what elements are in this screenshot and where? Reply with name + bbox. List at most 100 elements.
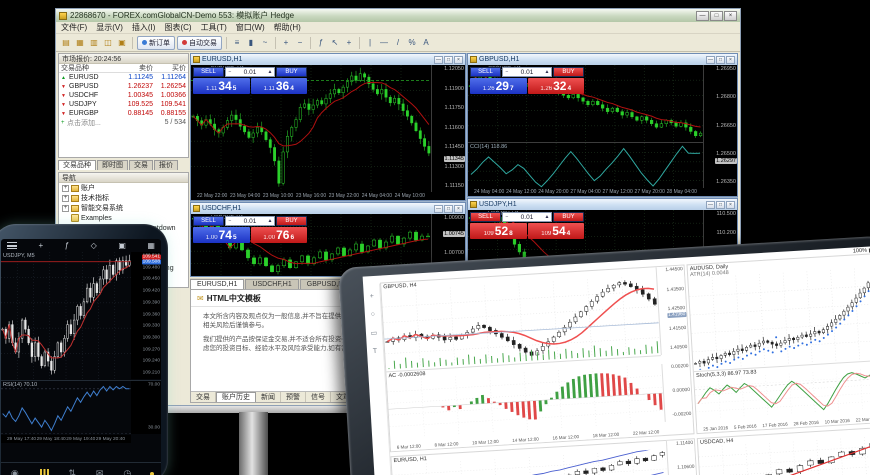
tree-item-indicators[interactable]: +技术指标 [59,193,188,203]
tab-news[interactable]: 新闻 [256,392,281,402]
lot-increase-icon[interactable]: ▲ [543,214,551,220]
profiles-icon[interactable]: ▦ [73,36,87,50]
fibonacci-icon[interactable]: % [405,36,419,50]
objects-icon[interactable]: ◇ [91,241,97,250]
close-icon[interactable]: × [724,11,737,21]
close-icon[interactable]: × [454,56,463,64]
chart-titlebar[interactable]: GBPUSD,H1 —□× [468,54,737,65]
lot-decrease-icon[interactable]: − [226,218,234,224]
buy-button[interactable]: BUY [276,216,307,226]
col-ask[interactable]: 买价 [153,63,186,73]
text-label-icon[interactable]: A [419,36,433,50]
symbol-row-eurusd[interactable]: ▲EURUSD1.112451.11264 [59,73,188,82]
symbol-row-usdchf[interactable]: ▼USDCHF1.003451.00366 [59,91,188,100]
tab-tick-chart[interactable]: 即时图 [97,160,128,170]
chart-titlebar[interactable]: EURUSD,H1 —□× [191,54,465,65]
menu-file[interactable]: 文件(F) [61,22,87,33]
sell-button[interactable]: SELL [193,67,224,77]
lot-size[interactable]: 0.01 [511,69,543,76]
menu-insert[interactable]: 插入(I) [132,22,156,33]
new-chart-icon[interactable]: ▤ [59,36,73,50]
lot-stepper[interactable]: −0.01▲ [225,67,275,77]
autotrading-button[interactable]: 自动交易 [177,36,222,50]
ask-price[interactable]: 1.00766 [251,227,308,243]
menu-charts[interactable]: 图表(C) [164,22,191,33]
close-icon[interactable]: × [726,56,735,64]
eurusd-h1-canvas[interactable] [392,449,669,475]
symbol-row-gbpusd[interactable]: ▼GBPUSD1.262371.26254 [59,82,188,91]
ask-price[interactable]: 1.26324 [528,78,585,94]
lot-stepper[interactable]: −0.01▲ [502,212,552,222]
usdjpy-m5-chart-canvas[interactable] [1,252,131,379]
chart-tab-usdchf[interactable]: USDCHF,H1 [245,279,298,289]
lot-size[interactable]: 0.01 [234,69,266,76]
indicators-icon[interactable]: ƒ [314,36,328,50]
maximize-icon[interactable]: □ [444,56,453,64]
buy-button[interactable]: BUY [553,212,584,222]
lot-decrease-icon[interactable]: − [226,69,234,75]
navigator-icon[interactable]: ◫ [101,36,115,50]
minimize-icon[interactable]: — [696,11,709,21]
tab-account-history[interactable]: 账户历史 [216,392,256,402]
expand-icon[interactable]: + [62,195,69,202]
sell-button[interactable]: SELL [470,67,501,77]
sell-button[interactable]: SELL [470,212,501,222]
expand-icon[interactable]: + [62,185,69,192]
lot-stepper[interactable]: −0.01▲ [502,67,552,77]
terminal-icon[interactable]: ▣ [115,36,129,50]
tree-item-examples[interactable]: Examples [59,213,188,223]
title-bar[interactable]: 22868670 - FOREX.comGlobalCN-Demo 553: 模… [56,9,740,22]
trendline-icon[interactable]: / [391,36,405,50]
tab-signals[interactable]: 信号 [306,392,331,402]
lot-increase-icon[interactable]: ▲ [266,69,274,75]
mail-icon[interactable]: ✉ [96,468,104,475]
maximize-icon[interactable]: □ [710,11,723,21]
candlestick-icon[interactable]: ▮ [244,36,258,50]
maximize-icon[interactable]: □ [716,56,725,64]
quotes-icon[interactable]: ◉ [11,468,19,475]
cci-indicator-canvas[interactable] [468,143,703,190]
horizontal-line-icon[interactable]: — [377,36,391,50]
new-order-button[interactable]: 新订单 [137,36,175,50]
lot-decrease-icon[interactable]: − [503,69,511,75]
menu-help[interactable]: 帮助(H) [274,22,301,33]
bid-price[interactable]: 1.26297 [470,78,527,94]
tab-symbols[interactable]: 交易品种 [58,160,96,170]
chart-tab-eurusd[interactable]: EURUSD,H1 [190,279,244,289]
trade-icon[interactable]: ⇅ [69,468,77,475]
ask-price[interactable]: 1.11364 [251,78,308,94]
bid-price[interactable]: 1.11345 [193,78,250,94]
bid-price[interactable]: 1.00745 [193,227,250,243]
vertical-line-icon[interactable]: | [363,36,377,50]
buy-button[interactable]: BUY [553,67,584,77]
line-chart-icon[interactable]: ~ [258,36,272,50]
lot-decrease-icon[interactable]: − [503,214,511,220]
tab-trade[interactable]: 交易 [191,392,216,402]
crosshair-icon[interactable]: + [342,36,356,50]
minimize-icon[interactable]: — [706,201,715,209]
tab-quotes[interactable]: 报价 [154,160,178,170]
text-icon[interactable]: T [373,348,378,355]
zoom-in-icon[interactable]: + [279,36,293,50]
chart-titlebar[interactable]: USDJPY,H1 —□× [468,199,737,210]
maximize-icon[interactable]: □ [716,201,725,209]
menu-icon[interactable] [7,242,17,249]
minimize-icon[interactable]: — [434,205,443,213]
indicators-icon[interactable]: ƒ [65,241,69,250]
close-icon[interactable]: × [454,205,463,213]
market-watch-icon[interactable]: ▥ [87,36,101,50]
lot-stepper[interactable]: −0.01▲ [225,216,275,226]
rsi-canvas[interactable] [1,383,131,434]
shapes-icon[interactable]: ○ [371,311,376,318]
bid-price[interactable]: 109528 [470,223,527,239]
chart-titlebar[interactable]: USDCHF,H1 —□× [191,203,465,214]
add-symbol-row[interactable]: +点击添加...5 / 534 [59,118,188,127]
minimize-icon[interactable]: — [434,56,443,64]
col-symbol[interactable]: 交易品种 [61,63,120,73]
tree-item-experts[interactable]: +智能交易系统 [59,203,188,213]
charts-icon-active[interactable] [39,469,49,475]
cursor-icon[interactable]: ↖ [328,36,342,50]
zoom-out-icon[interactable]: − [293,36,307,50]
tab-alerts[interactable]: 预警 [281,392,306,402]
tab-trading[interactable]: 交易 [129,160,153,170]
